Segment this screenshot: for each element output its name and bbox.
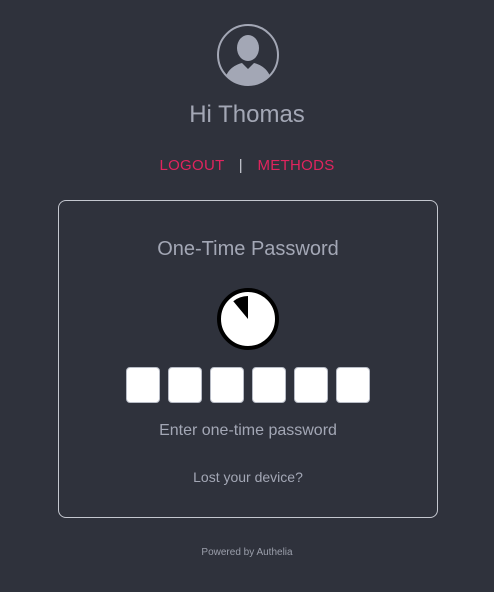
otp-digit-input[interactable] [294, 367, 328, 403]
link-separator: | [238, 157, 243, 174]
user-avatar-icon [216, 23, 280, 87]
powered-by-footer: Powered by Authelia [201, 547, 293, 558]
logout-link[interactable]: LOGOUT [159, 157, 224, 174]
greeting-title: Hi Thomas [189, 101, 305, 128]
methods-link[interactable]: METHODS [257, 157, 334, 174]
otp-digit-input[interactable] [336, 367, 370, 403]
otp-hint-text: Enter one-time password [159, 422, 337, 439]
lost-device-link[interactable]: Lost your device? [59, 469, 437, 485]
otp-input-row [126, 367, 370, 403]
countdown-timer-icon [216, 287, 280, 351]
otp-digit-input[interactable] [168, 367, 202, 403]
login-page: Hi Thomas LOGOUT | METHODS One-Time Pass… [0, 0, 494, 592]
card-title: One-Time Password [157, 238, 339, 260]
account-links: LOGOUT | METHODS [0, 157, 494, 174]
otp-digit-input[interactable] [252, 367, 286, 403]
otp-card: One-Time Password Enter one-time passwor… [58, 200, 438, 518]
otp-digit-input[interactable] [210, 367, 244, 403]
otp-digit-input[interactable] [126, 367, 160, 403]
